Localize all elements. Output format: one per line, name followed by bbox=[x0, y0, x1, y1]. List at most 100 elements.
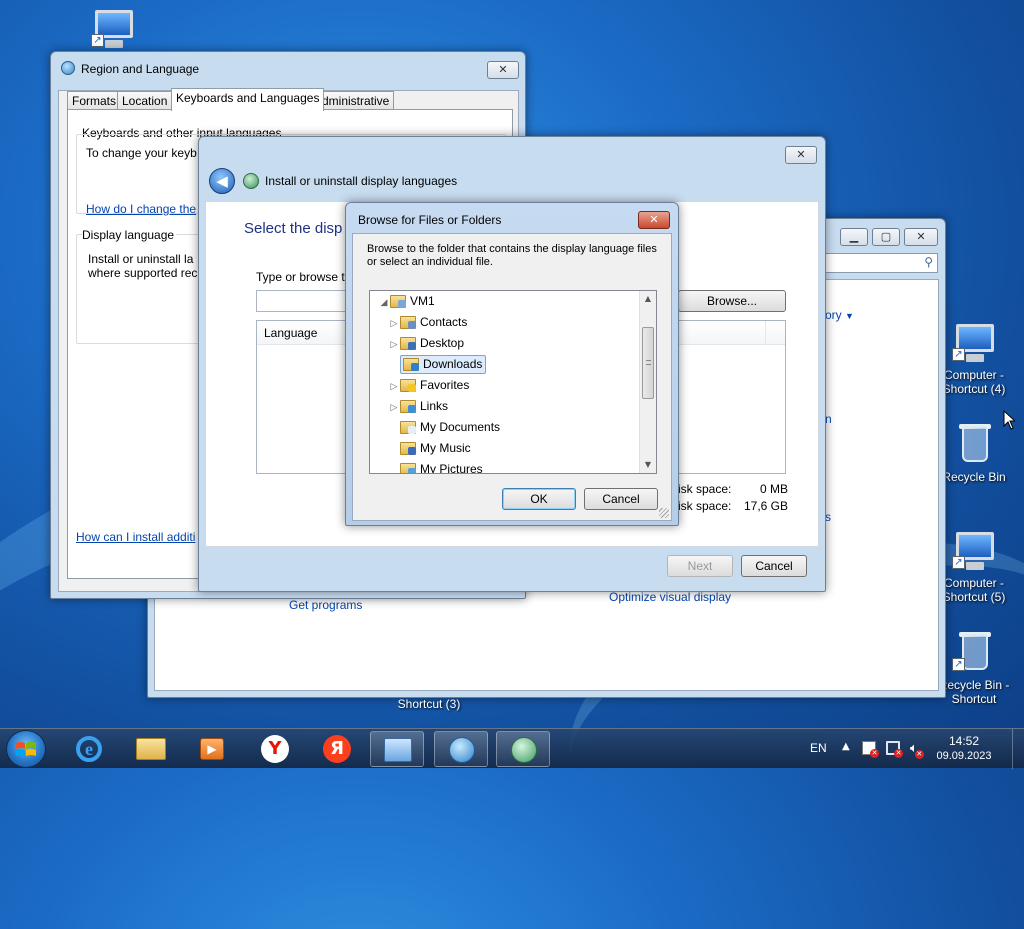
optimize-display-link[interactable]: Optimize visual display bbox=[609, 590, 731, 604]
expand-icon[interactable]: ▷ bbox=[388, 397, 400, 418]
close-button[interactable]: ✕ bbox=[487, 61, 519, 79]
close-button[interactable]: ✕ bbox=[904, 228, 938, 246]
disk-space-label-1: isk space: bbox=[678, 482, 732, 496]
taskbar-region-language[interactable] bbox=[434, 731, 488, 767]
wizard-header: Install or uninstall display languages bbox=[265, 174, 458, 188]
folder-tree[interactable]: ◢ VM1 ▷ Contacts ▷ Desktop Downloads ▷ Favor… bbox=[369, 290, 657, 474]
desktop-icon-recycle-bin[interactable]: Recycle Bin bbox=[934, 424, 1014, 484]
back-arrow-icon: ◀ bbox=[216, 172, 228, 190]
show-desktop-button[interactable] bbox=[1012, 729, 1024, 769]
get-programs-link[interactable]: Get programs bbox=[289, 598, 362, 612]
partial-link-n[interactable]: n bbox=[825, 412, 832, 426]
pictures-folder-icon bbox=[400, 463, 416, 473]
browse-button[interactable]: Browse... bbox=[678, 290, 786, 312]
wizard-heading: Select the disp bbox=[244, 220, 343, 237]
start-button[interactable] bbox=[6, 730, 46, 768]
cancel-button[interactable]: Cancel bbox=[584, 488, 658, 510]
scroll-down-arrow-icon[interactable]: ▼ bbox=[640, 457, 656, 473]
expanded-icon[interactable]: ◢ bbox=[378, 292, 390, 313]
close-button[interactable]: ✕ bbox=[638, 211, 670, 229]
desktop-icon-computer-shortcut-5[interactable]: ↗ Computer - Shortcut (5) bbox=[934, 530, 1014, 604]
tree-item-my-music[interactable]: My Music bbox=[388, 438, 471, 459]
mouse-cursor-icon bbox=[1003, 410, 1015, 430]
column-header-language[interactable]: Language bbox=[264, 326, 317, 340]
desktop-icon-label: Shortcut (4) bbox=[942, 382, 1006, 396]
tree-item-downloads[interactable]: Downloads bbox=[388, 354, 487, 375]
install-help-link[interactable]: How can I install additi bbox=[76, 530, 195, 544]
folder-icon bbox=[136, 738, 166, 760]
cancel-button[interactable]: Cancel bbox=[741, 555, 807, 577]
taskbar-internet-explorer[interactable]: e bbox=[62, 731, 116, 767]
tree-item-favorites[interactable]: ▷ Favorites bbox=[388, 375, 469, 396]
yandex-browser-icon: Y bbox=[261, 735, 289, 763]
desktop-icon-label: Recycle Bin - bbox=[938, 678, 1010, 692]
computer-icon: ↗ bbox=[950, 530, 998, 574]
tab-keyboards-languages[interactable]: Keyboards and Languages bbox=[171, 88, 325, 111]
desktop-icon-shortcut-3[interactable]: Shortcut (3) bbox=[388, 697, 470, 711]
next-button[interactable]: Next bbox=[667, 555, 733, 577]
music-folder-icon bbox=[400, 442, 416, 456]
yandex-icon: Я bbox=[323, 735, 351, 763]
browse-dialog[interactable]: Browse for Files or Folders ✕ Browse to … bbox=[345, 202, 679, 526]
volume-icon[interactable]: 🔈︎ ✕ bbox=[910, 741, 924, 759]
taskbar-install-languages[interactable] bbox=[496, 731, 550, 767]
tab-location[interactable]: Location bbox=[117, 91, 173, 110]
desktop-icon-label: Shortcut (3) bbox=[397, 697, 461, 711]
taskbar-control-panel[interactable] bbox=[370, 731, 424, 767]
taskbar-explorer[interactable] bbox=[124, 731, 178, 767]
network-icon[interactable]: ✕ bbox=[886, 741, 903, 758]
tree-item-my-pictures[interactable]: My Pictures bbox=[388, 459, 483, 473]
favorites-folder-icon bbox=[400, 379, 416, 393]
tree-item-vm1[interactable]: ◢ VM1 bbox=[378, 291, 435, 312]
shortcut-arrow-icon: ↗ bbox=[91, 34, 104, 47]
input-language-indicator[interactable]: EN bbox=[810, 741, 827, 755]
maximize-button[interactable]: ▢ bbox=[872, 228, 900, 246]
type-browse-label: Type or browse t bbox=[256, 270, 345, 284]
expand-icon[interactable]: ▷ bbox=[388, 376, 400, 397]
taskbar-yandex-browser[interactable]: Y bbox=[248, 731, 302, 767]
tab-formats[interactable]: Formats bbox=[67, 91, 122, 110]
desktop-icon-label: Shortcut (5) bbox=[942, 590, 1006, 604]
computer-icon: ↗ bbox=[950, 322, 998, 366]
language-install-icon bbox=[511, 737, 537, 763]
taskbar-media-player[interactable]: ▶ bbox=[186, 731, 240, 767]
keyboards-help-link[interactable]: How do I change the bbox=[86, 202, 196, 216]
contacts-folder-icon bbox=[400, 316, 416, 330]
display-text-1: Install or uninstall la bbox=[88, 252, 194, 266]
taskbar-yandex[interactable]: Я bbox=[310, 731, 364, 767]
tree-item-my-documents[interactable]: My Documents bbox=[388, 417, 500, 438]
action-center-icon[interactable]: ✕ bbox=[862, 741, 879, 758]
control-panel-icon bbox=[384, 738, 412, 762]
scroll-up-arrow-icon[interactable]: ▲ bbox=[640, 291, 656, 307]
taskbar: e ▶ Y Я EN ▲ ✕ ✕ 🔈︎ ✕ 14:52 09.09.2023 bbox=[0, 728, 1024, 769]
expand-icon[interactable]: ▷ bbox=[388, 313, 400, 334]
recycle-bin-icon: ↗ bbox=[950, 632, 998, 676]
globe-icon bbox=[61, 61, 75, 75]
history-link[interactable]: ory ▼ bbox=[825, 308, 854, 322]
display-text-2: where supported rec bbox=[88, 266, 198, 280]
search-box[interactable]: ⚲ bbox=[820, 253, 938, 273]
scroll-thumb[interactable] bbox=[642, 327, 654, 399]
desktop-icon-label: Computer - bbox=[943, 576, 1005, 590]
clock[interactable]: 14:52 09.09.2023 bbox=[936, 734, 992, 764]
desktop-icon-label: Recycle Bin bbox=[942, 470, 1006, 484]
show-hidden-icons-icon[interactable]: ▲ bbox=[842, 741, 850, 752]
tree-scrollbar[interactable]: ▲ ▼ bbox=[639, 291, 656, 473]
desktop-icon-computer-top[interactable]: ↗ bbox=[78, 8, 148, 54]
minimize-button[interactable]: ▁ bbox=[840, 228, 868, 246]
resize-grip-icon[interactable] bbox=[659, 508, 669, 518]
desktop-icon-recycle-bin-shortcut[interactable]: ↗ Recycle Bin - Shortcut bbox=[934, 632, 1014, 706]
tree-item-desktop[interactable]: ▷ Desktop bbox=[388, 333, 464, 354]
close-button[interactable]: ✕ bbox=[785, 146, 817, 164]
clock-time: 14:52 bbox=[948, 734, 980, 748]
documents-folder-icon bbox=[400, 421, 416, 435]
dialog-title: Browse for Files or Folders bbox=[358, 213, 502, 227]
desktop-icon-computer-shortcut-4[interactable]: ↗ Computer - Shortcut (4) bbox=[934, 322, 1014, 396]
expand-icon[interactable]: ▷ bbox=[388, 334, 400, 355]
back-button[interactable]: ◀ bbox=[209, 168, 235, 194]
clock-date: 09.09.2023 bbox=[936, 750, 992, 762]
close-icon: ✕ bbox=[649, 213, 659, 226]
ok-button[interactable]: OK bbox=[502, 488, 576, 510]
tree-item-links[interactable]: ▷ Links bbox=[388, 396, 448, 417]
tree-item-contacts[interactable]: ▷ Contacts bbox=[388, 312, 467, 333]
